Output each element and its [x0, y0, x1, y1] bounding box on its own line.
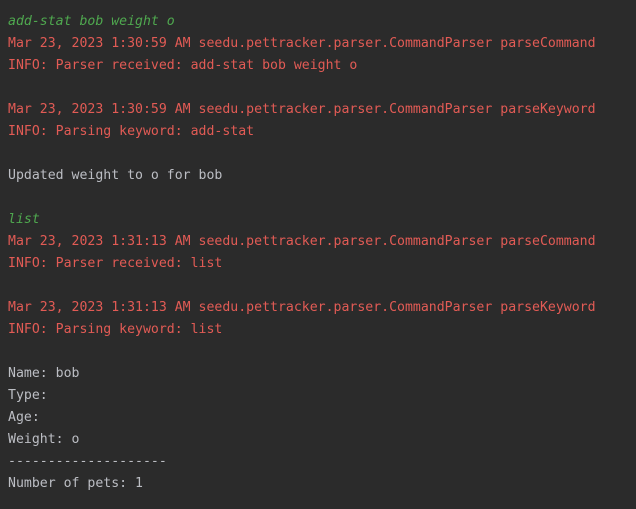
log-line: Mar 23, 2023 1:31:13 AM seedu.pettracker… — [8, 300, 596, 315]
log-line: Mar 23, 2023 1:30:59 AM seedu.pettracker… — [8, 102, 596, 117]
log-line: INFO: Parser received: list — [8, 256, 223, 271]
output-line: Age: — [8, 410, 40, 425]
output-line: Weight: o — [8, 432, 80, 447]
output-line: Number of pets: 1 — [8, 476, 143, 491]
separator-line: -------------------- — [8, 454, 167, 469]
log-line: Mar 23, 2023 1:30:59 AM seedu.pettracker… — [8, 36, 596, 51]
log-line: INFO: Parsing keyword: add-stat — [8, 124, 255, 139]
user-input-line: list — [8, 212, 40, 227]
output-line: Updated weight to o for bob — [8, 168, 223, 183]
console-output[interactable]: add-stat bob weight o Mar 23, 2023 1:30:… — [0, 0, 636, 509]
output-line: Name: bob — [8, 366, 80, 381]
log-line: INFO: Parsing keyword: list — [8, 322, 223, 337]
output-line: Type: — [8, 388, 48, 403]
log-line: Mar 23, 2023 1:31:13 AM seedu.pettracker… — [8, 234, 596, 249]
log-line: INFO: Parser received: add-stat bob weig… — [8, 58, 358, 73]
user-input-line: add-stat bob weight o — [8, 14, 175, 29]
